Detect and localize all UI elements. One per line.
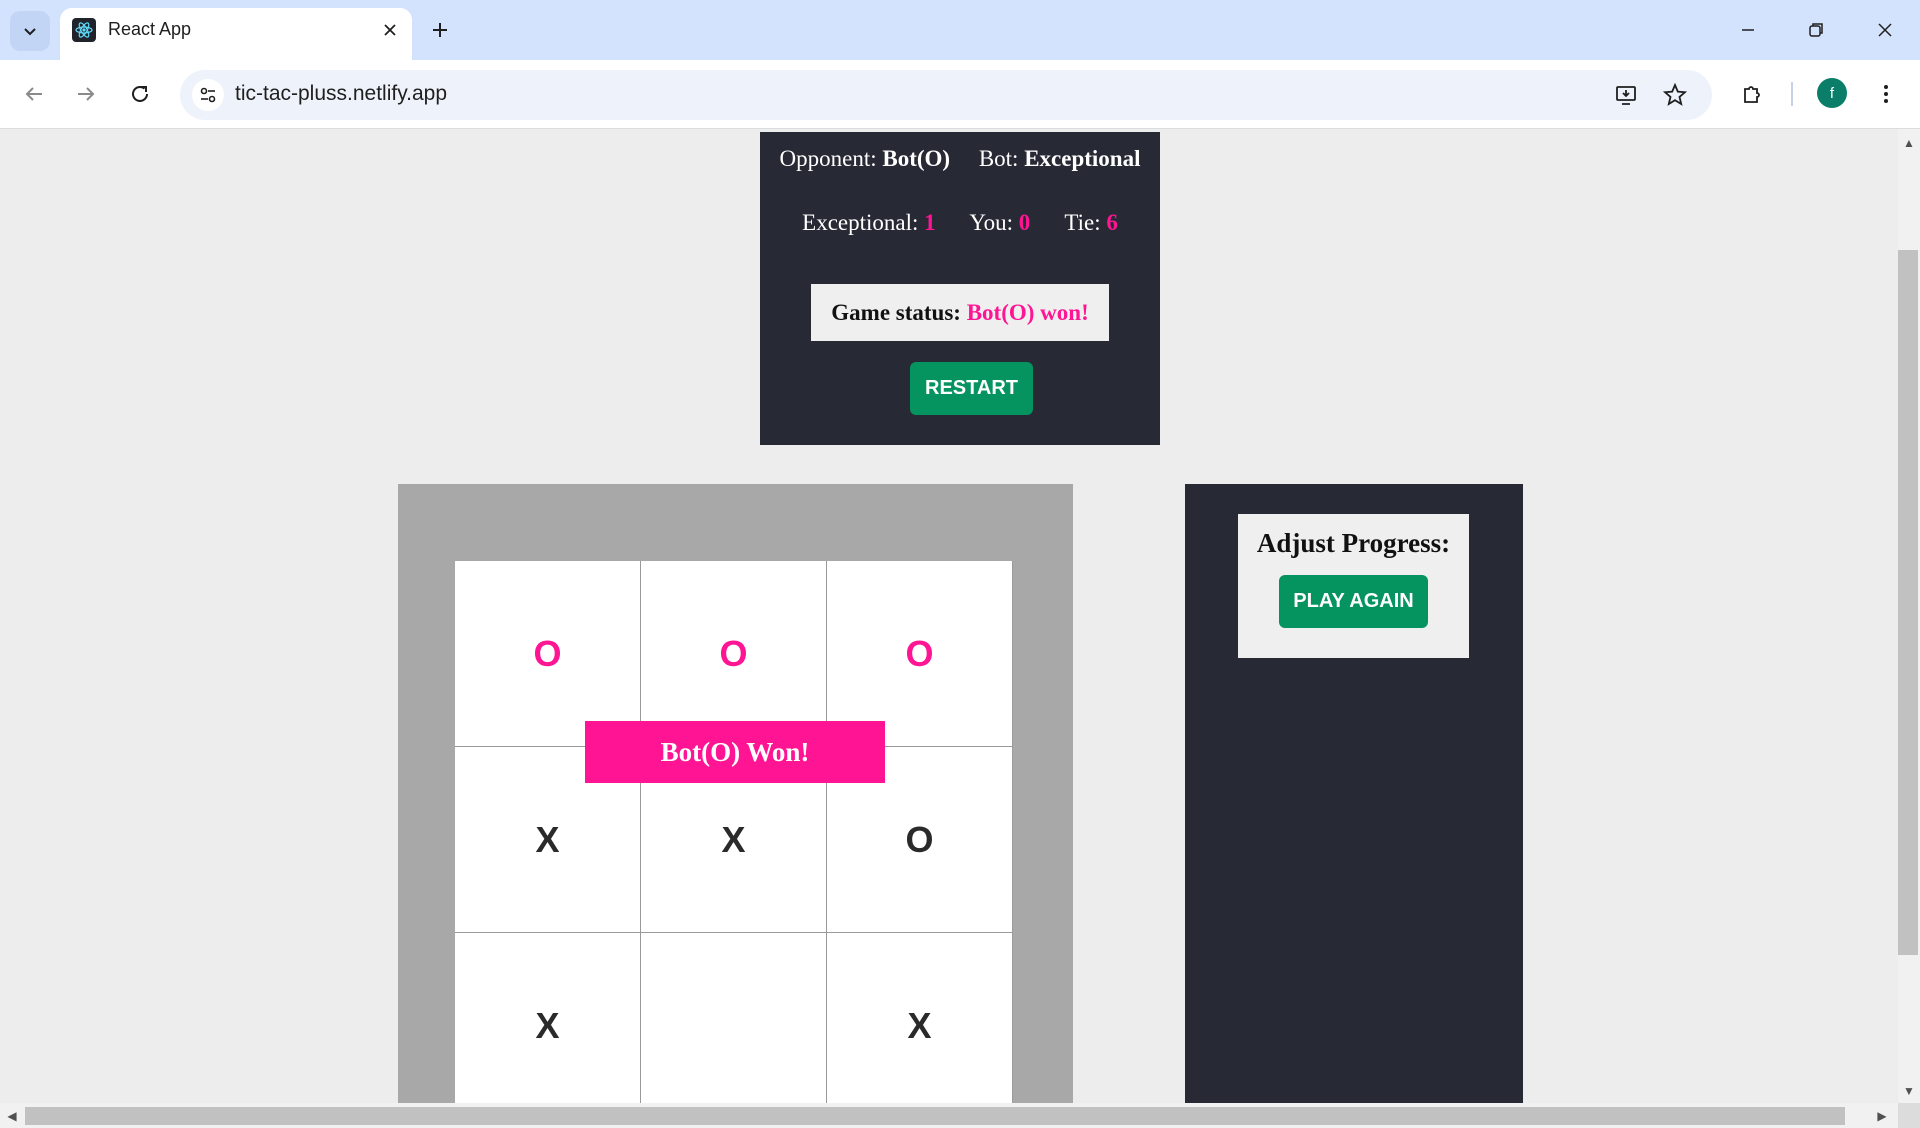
profile-avatar[interactable]: f	[1817, 78, 1847, 108]
close-icon	[384, 24, 396, 36]
tab-close-button[interactable]	[378, 18, 402, 42]
game-board: O O O X X O X X	[455, 561, 1013, 1103]
score-you-value: 0	[1018, 210, 1031, 235]
scoreboard: Exceptional: 1 You: 0 Tie: 6	[760, 210, 1160, 236]
board-cell[interactable]: O	[641, 561, 827, 747]
scroll-up-arrow-icon[interactable]: ▲	[1899, 133, 1919, 153]
tab-list-button[interactable]	[10, 11, 50, 51]
horizontal-scrollbar-thumb[interactable]	[25, 1107, 1845, 1125]
score-tie-value: 6	[1106, 210, 1118, 235]
board-cell[interactable]: O	[455, 561, 641, 747]
page-viewport: Opponent: Bot(O) Bot: Exceptional Except…	[0, 129, 1898, 1103]
scroll-right-arrow-icon[interactable]: ▶	[1872, 1106, 1892, 1126]
progress-panel: Adjust Progress: PLAY AGAIN	[1185, 484, 1523, 1103]
restore-button[interactable]	[1796, 14, 1836, 46]
back-button[interactable]	[14, 74, 54, 114]
score-bot-value: 1	[924, 210, 936, 235]
play-again-button[interactable]: PLAY AGAIN	[1279, 575, 1428, 628]
forward-button[interactable]	[66, 74, 106, 114]
status-value: Bot(O) won!	[966, 299, 1089, 325]
board-cell[interactable]: O	[827, 561, 1013, 747]
forward-arrow-icon	[78, 87, 95, 101]
bot-level-value: Exceptional	[1024, 146, 1141, 171]
opponent-label: Opponent:	[779, 146, 877, 171]
opponent-value: Bot(O)	[882, 146, 951, 171]
vertical-scrollbar-thumb[interactable]	[1898, 250, 1918, 955]
bookmark-button[interactable]	[1660, 80, 1690, 110]
browser-toolbar: tic-tac-pluss.netlify.app f	[0, 60, 1920, 129]
react-icon	[72, 18, 96, 42]
browser-tab[interactable]: React App	[60, 8, 412, 60]
scrollbar-corner	[1898, 1103, 1920, 1128]
game-status: Game status: Bot(O) won!	[811, 284, 1109, 341]
reload-icon	[132, 85, 148, 102]
extensions-button[interactable]	[1736, 77, 1770, 111]
bot-label: Bot:	[978, 146, 1019, 171]
board-cell[interactable]: X	[827, 933, 1013, 1103]
install-app-button[interactable]	[1612, 80, 1642, 110]
board-cell[interactable]: X	[455, 933, 641, 1103]
close-window-button[interactable]	[1865, 14, 1905, 46]
winner-banner: Bot(O) Won!	[585, 721, 885, 783]
close-icon	[1878, 23, 1892, 37]
address-bar[interactable]: tic-tac-pluss.netlify.app	[180, 70, 1712, 120]
score-you-label: You:	[969, 210, 1014, 235]
new-tab-button[interactable]	[424, 14, 456, 46]
site-info-button[interactable]	[192, 79, 224, 111]
opponent-line: Opponent: Bot(O) Bot: Exceptional	[760, 146, 1160, 172]
scroll-left-arrow-icon[interactable]: ◀	[2, 1106, 22, 1126]
restore-icon	[1809, 23, 1823, 37]
minimize-icon	[1742, 29, 1754, 31]
plus-icon	[433, 23, 447, 37]
restart-button[interactable]: RESTART	[910, 362, 1033, 415]
more-vert-icon	[1884, 85, 1888, 103]
scroll-down-arrow-icon[interactable]: ▼	[1899, 1081, 1919, 1101]
board-cell[interactable]	[641, 933, 827, 1103]
url-text[interactable]: tic-tac-pluss.netlify.app	[235, 82, 447, 106]
score-tie-label: Tie:	[1064, 210, 1101, 235]
board-frame: O O O X X O X X Bot(O) Won!	[398, 484, 1073, 1103]
game-info-panel: Opponent: Bot(O) Bot: Exceptional Except…	[760, 132, 1160, 445]
tab-title: React App	[108, 19, 192, 39]
star-icon	[1663, 83, 1687, 106]
status-label: Game status:	[831, 299, 961, 325]
install-app-icon	[1616, 86, 1636, 105]
puzzle-icon	[1744, 86, 1760, 103]
adjust-progress-box: Adjust Progress: PLAY AGAIN	[1238, 514, 1469, 658]
browser-menu-button[interactable]	[1869, 77, 1903, 111]
toolbar-separator	[1791, 82, 1793, 106]
chevron-down-icon	[24, 28, 36, 36]
tab-strip: React App	[0, 0, 1920, 60]
progress-title: Adjust Progress:	[1256, 528, 1451, 558]
score-bot-label: Exceptional:	[802, 210, 919, 235]
tune-icon	[200, 87, 216, 103]
minimize-button[interactable]	[1728, 14, 1768, 46]
back-arrow-icon	[25, 87, 42, 101]
reload-button[interactable]	[120, 74, 160, 114]
